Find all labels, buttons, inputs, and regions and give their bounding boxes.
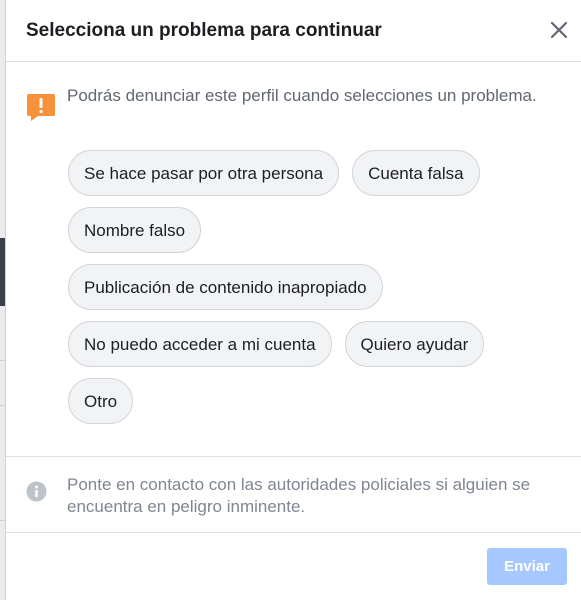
notice-text: Podrás denunciar este perfil cuando sele…: [67, 86, 537, 105]
close-icon[interactable]: [547, 18, 571, 42]
info-text: Ponte en contacto con las autoridades po…: [67, 475, 531, 516]
option-row: Nombre falso: [68, 207, 548, 253]
option-row: Otro: [68, 378, 548, 424]
option-row: Se hace pasar por otra persona Cuenta fal…: [68, 150, 548, 196]
dialog-header: Selecciona un problema para continuar: [6, 0, 581, 62]
footer-divider: [6, 532, 581, 533]
info-icon: [26, 481, 47, 502]
option-row: Publicación de contenido inapropiado: [68, 264, 548, 310]
problem-option-chip[interactable]: Nombre falso: [68, 207, 202, 253]
report-dialog: Selecciona un problema para continuar Po…: [5, 0, 581, 600]
problem-option-chip[interactable]: Cuenta falsa: [352, 150, 480, 196]
problem-options: Se hace pasar por otra persona Cuenta fal…: [68, 150, 548, 435]
problem-option-chip[interactable]: Quiero ayudar: [344, 321, 485, 367]
problem-option-chip[interactable]: Se hace pasar por otra persona: [68, 150, 340, 196]
problem-option-chip[interactable]: Publicación de contenido inapropiado: [68, 264, 383, 310]
option-row: No puedo acceder a mi cuenta Quiero ayuda…: [68, 321, 548, 367]
send-button[interactable]: Enviar: [487, 548, 567, 585]
warning-icon: [27, 94, 55, 121]
divider: [6, 456, 581, 457]
problem-option-chip[interactable]: No puedo acceder a mi cuenta: [68, 321, 332, 367]
dialog-title: Selecciona un problema para continuar: [26, 20, 382, 41]
problem-option-chip[interactable]: Otro: [68, 378, 134, 424]
